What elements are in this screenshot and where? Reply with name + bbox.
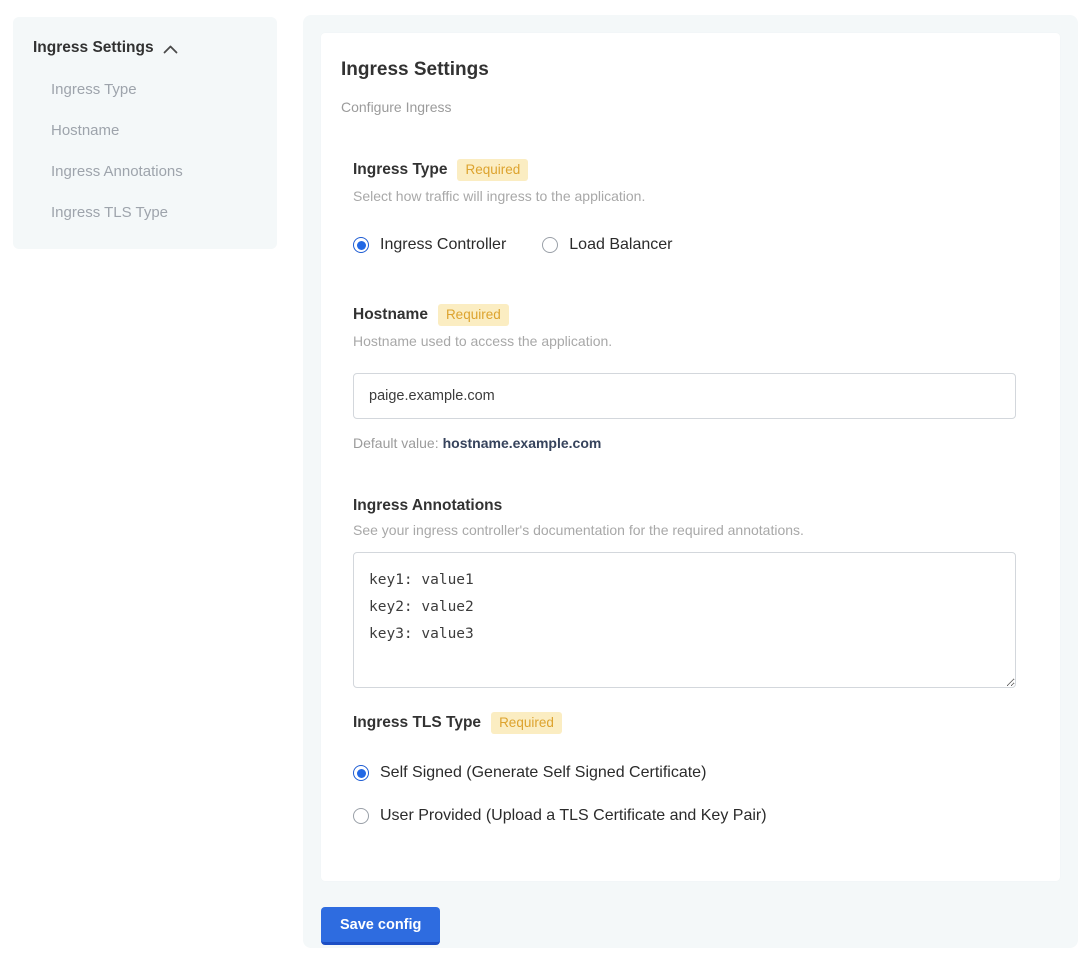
hostname-help: Hostname used to access the application.: [353, 333, 1028, 349]
annotations-textarea[interactable]: key1: value1 key2: value2 key3: value3: [353, 552, 1016, 688]
radio-label: Self Signed (Generate Self Signed Certif…: [380, 764, 706, 782]
radio-button-icon: [353, 765, 369, 781]
page-subtitle: Configure Ingress: [341, 99, 1028, 115]
sidebar-item-ingress-tls-type[interactable]: Ingress TLS Type: [51, 204, 257, 221]
tls-type-label: Ingress TLS Type: [353, 714, 481, 732]
section-ingress-annotations: Ingress Annotations See your ingress con…: [353, 497, 1028, 688]
config-card: Ingress Settings Configure Ingress Ingre…: [321, 33, 1060, 881]
annotations-label: Ingress Annotations: [353, 497, 502, 515]
radio-button-icon: [353, 808, 369, 824]
section-ingress-tls-type: Ingress TLS Type Required Self Signed (G…: [353, 712, 1028, 825]
hostname-input[interactable]: [353, 373, 1016, 419]
ingress-type-radio-group: Ingress Controller Load Balancer: [353, 236, 1028, 254]
section-ingress-type: Ingress Type Required Select how traffic…: [353, 159, 1028, 254]
sidebar-group-label: Ingress Settings: [33, 39, 154, 57]
config-panel: Ingress Settings Configure Ingress Ingre…: [303, 15, 1078, 948]
radio-label: Load Balancer: [569, 236, 672, 254]
tls-type-radio-group: Self Signed (Generate Self Signed Certif…: [353, 764, 1028, 825]
page-title: Ingress Settings: [341, 59, 1028, 81]
radio-self-signed[interactable]: Self Signed (Generate Self Signed Certif…: [353, 764, 1028, 782]
chevron-up-icon: [163, 45, 178, 54]
sidebar-group-ingress-settings[interactable]: Ingress Settings: [33, 39, 257, 57]
radio-button-icon: [353, 237, 369, 253]
radio-ingress-controller[interactable]: Ingress Controller: [353, 236, 506, 254]
radio-user-provided[interactable]: User Provided (Upload a TLS Certificate …: [353, 807, 1028, 825]
annotations-help: See your ingress controller's documentat…: [353, 522, 1028, 538]
ingress-type-help: Select how traffic will ingress to the a…: [353, 188, 1028, 204]
sidebar-item-hostname[interactable]: Hostname: [51, 122, 257, 139]
section-hostname: Hostname Required Hostname used to acces…: [353, 304, 1028, 451]
required-badge: Required: [491, 712, 562, 734]
radio-label: Ingress Controller: [380, 236, 506, 254]
radio-label: User Provided (Upload a TLS Certificate …: [380, 807, 767, 825]
ingress-type-label: Ingress Type: [353, 161, 447, 179]
required-badge: Required: [438, 304, 509, 326]
config-nav-sidebar: Ingress Settings Ingress Type Hostname I…: [13, 17, 277, 249]
radio-load-balancer[interactable]: Load Balancer: [542, 236, 672, 254]
hostname-default-line: Default value:hostname.example.com: [353, 435, 1028, 451]
default-value-text: hostname.example.com: [443, 435, 602, 451]
sidebar-item-ingress-annotations[interactable]: Ingress Annotations: [51, 163, 257, 180]
radio-button-icon: [542, 237, 558, 253]
sidebar-item-list: Ingress Type Hostname Ingress Annotation…: [33, 81, 257, 221]
hostname-label: Hostname: [353, 306, 428, 324]
sidebar-item-ingress-type[interactable]: Ingress Type: [51, 81, 257, 98]
default-value-prefix: Default value:: [353, 435, 439, 451]
save-config-button[interactable]: Save config: [321, 907, 440, 945]
required-badge: Required: [457, 159, 528, 181]
